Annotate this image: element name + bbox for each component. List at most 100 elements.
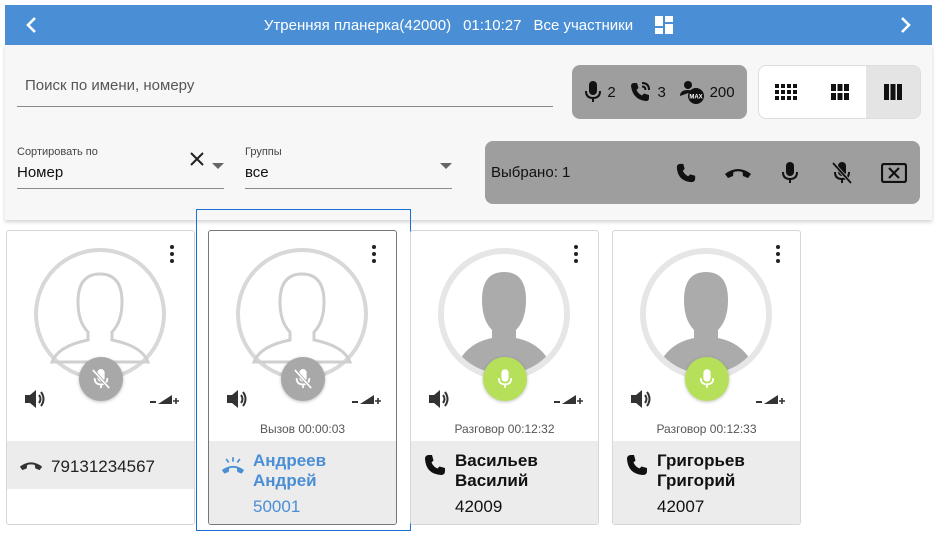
signal-volume-icon[interactable]	[756, 392, 786, 406]
speaker-icon[interactable]	[23, 388, 47, 410]
layout-medium-grid-button[interactable]	[813, 66, 867, 118]
participants-label: Все участники	[533, 16, 634, 34]
more-menu-button[interactable]	[566, 243, 586, 265]
calls-count: 3	[657, 83, 666, 101]
stat-calls: 3	[628, 80, 666, 104]
more-vert-icon	[170, 245, 174, 263]
layout-small-grid-button[interactable]	[759, 66, 813, 118]
mic-icon	[497, 369, 513, 388]
selection-toolbar: Выбрано: 1	[485, 141, 920, 204]
hangup-icon	[725, 168, 751, 178]
mic-off-icon	[293, 368, 313, 390]
next-button[interactable]	[886, 5, 926, 45]
grid-columns-icon	[884, 84, 903, 100]
call-selected-button[interactable]	[660, 153, 712, 193]
selection-actions	[660, 153, 920, 193]
participant-name: Григорьев Григорий	[657, 451, 745, 490]
participant-number: 79131234567	[51, 457, 156, 476]
participant-card[interactable]: Разговор 00:12:33 Григорьев Григорий 420…	[612, 230, 801, 525]
groups-label: Группы	[245, 146, 282, 158]
call-status: Вызов 00:00:03	[259, 422, 346, 436]
speaker-icon[interactable]	[427, 388, 451, 410]
call-status: Разговор 00:12:32	[454, 422, 555, 436]
participant-name: Васильев Василий	[455, 451, 538, 490]
mic-icon	[782, 161, 798, 183]
participant-card[interactable]: Вызов 00:00:03 Андреев Андрей 50001	[208, 230, 397, 525]
ringing-icon	[221, 457, 245, 474]
mic-off-icon	[831, 161, 853, 184]
speaker-icon[interactable]	[629, 388, 653, 410]
remove-selected-button[interactable]	[868, 153, 920, 193]
participant-info: Андреев Андрей 50001	[209, 441, 396, 524]
more-vert-icon	[372, 245, 376, 263]
more-menu-button[interactable]	[162, 243, 182, 265]
chevron-down-icon	[212, 163, 224, 169]
grid-medium-icon	[830, 84, 849, 100]
mute-toggle-button[interactable]	[79, 357, 123, 401]
phone-in-talk-icon	[631, 82, 651, 101]
more-vert-icon	[574, 245, 578, 263]
participant-name: Андреев Андрей	[253, 451, 327, 490]
participant-number: 42009	[455, 497, 503, 516]
groups-value: все	[245, 164, 269, 181]
layout-switcher	[758, 65, 921, 119]
participant-info: Васильев Василий 42009	[411, 441, 598, 524]
conference-title: Утренняя планерка(42000)	[263, 16, 452, 34]
sort-label: Сортировать по	[17, 146, 98, 158]
groups-select[interactable]: Группы все	[245, 143, 452, 189]
more-menu-button[interactable]	[768, 243, 788, 265]
selection-count: Выбрано: 1	[491, 164, 571, 181]
hangup-icon	[19, 462, 43, 471]
more-vert-icon	[776, 245, 780, 263]
hangup-selected-button[interactable]	[712, 153, 764, 193]
phone-icon	[425, 455, 445, 475]
grid-small-icon	[774, 84, 797, 100]
signal-volume-icon[interactable]	[150, 392, 180, 406]
sort-value: Номер	[17, 164, 64, 181]
participant-info: Григорьев Григорий 42007	[613, 441, 800, 524]
mic-icon	[585, 81, 602, 102]
conference-timer: 01:10:27	[463, 16, 522, 34]
prev-button[interactable]	[11, 5, 51, 45]
person-silhouette-icon	[444, 254, 564, 374]
max-badge: MAX	[689, 95, 702, 101]
chevron-down-icon	[440, 163, 452, 169]
signal-volume-icon[interactable]	[352, 392, 382, 406]
search-input[interactable]	[17, 65, 553, 106]
phone-icon	[676, 163, 696, 182]
chevron-right-icon	[901, 17, 911, 33]
stats-panel: 2 3 MAX 200	[572, 65, 747, 119]
mic-icon	[699, 369, 715, 388]
remove-icon	[881, 162, 907, 183]
participant-card[interactable]: 79131234567	[6, 230, 195, 525]
max-count: 200	[709, 83, 735, 101]
mute-toggle-button[interactable]	[281, 357, 325, 401]
conference-header: Утренняя планерка(42000) 01:10:27 Все уч…	[5, 5, 932, 45]
conference-info: Утренняя планерка(42000) 01:10:27 Все уч…	[263, 16, 674, 34]
dashboard-icon[interactable]	[655, 16, 674, 34]
layout-large-grid-button[interactable]	[866, 66, 920, 118]
mic-count: 2	[607, 83, 616, 101]
chevron-left-icon	[26, 17, 36, 33]
participant-number: 50001	[253, 497, 301, 516]
max-participants-icon: MAX	[679, 81, 704, 104]
speaker-icon[interactable]	[225, 388, 249, 410]
search-field	[17, 65, 553, 107]
participant-number: 42007	[657, 497, 705, 516]
mute-selected-button[interactable]	[816, 153, 868, 193]
person-silhouette-icon	[646, 254, 766, 374]
participant-card[interactable]: Разговор 00:12:32 Васильев Василий 42009	[410, 230, 599, 525]
mic-off-icon	[91, 368, 111, 390]
more-menu-button[interactable]	[364, 243, 384, 265]
phone-icon	[627, 455, 647, 475]
mute-toggle-button[interactable]	[483, 357, 527, 401]
participant-info: 79131234567	[7, 441, 194, 489]
control-panel: 2 3 MAX 200	[5, 45, 932, 220]
mute-toggle-button[interactable]	[685, 357, 729, 401]
close-icon	[190, 152, 204, 166]
unmute-selected-button[interactable]	[764, 153, 816, 193]
clear-sort-button[interactable]	[185, 147, 209, 171]
signal-volume-icon[interactable]	[554, 392, 584, 406]
stat-mics: 2	[584, 80, 616, 104]
conference-app: Утренняя планерка(42000) 01:10:27 Все уч…	[0, 0, 940, 537]
